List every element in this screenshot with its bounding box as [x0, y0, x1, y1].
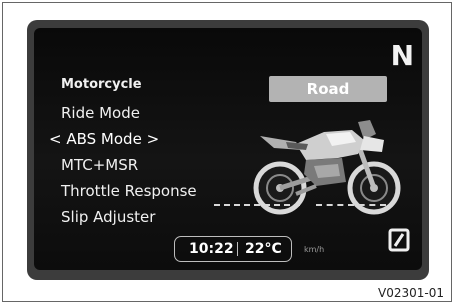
menu-header: Motorcycle	[61, 77, 142, 92]
settings-menu: Motorcycle Ride Mode < ABS Mode > MTC+MS…	[49, 74, 197, 230]
dashboard-screen: N Motorcycle Ride Mode < ABS Mode > MTC+…	[34, 28, 422, 270]
figure-code: V02301-01	[378, 286, 444, 300]
gear-indicator: N	[390, 39, 414, 72]
selected-value-box[interactable]: Road	[269, 76, 387, 102]
menu-item-ride-mode[interactable]: Ride Mode	[61, 100, 197, 126]
status-bar: 10:22 22°C	[174, 236, 292, 262]
speed-placeholder-right	[316, 204, 386, 208]
lock-badge-icon	[388, 228, 410, 252]
speed-placeholder-left	[214, 204, 300, 208]
clock: 10:22	[189, 241, 234, 257]
menu-item-throttle-response[interactable]: Throttle Response	[61, 178, 197, 204]
selection-right-arrow: >	[146, 130, 160, 148]
menu-item-abs-mode[interactable]: < ABS Mode >	[49, 126, 197, 152]
selection-left-arrow: <	[49, 130, 62, 148]
speed-unit: km/h	[304, 245, 325, 254]
motorcycle-illustration	[253, 120, 401, 215]
menu-item-mtc-msr[interactable]: MTC+MSR	[61, 152, 197, 178]
menu-item-label: ABS Mode	[66, 130, 142, 148]
status-divider	[237, 242, 238, 256]
menu-item-slip-adjuster[interactable]: Slip Adjuster	[61, 204, 197, 230]
temperature: 22°C	[245, 241, 282, 257]
